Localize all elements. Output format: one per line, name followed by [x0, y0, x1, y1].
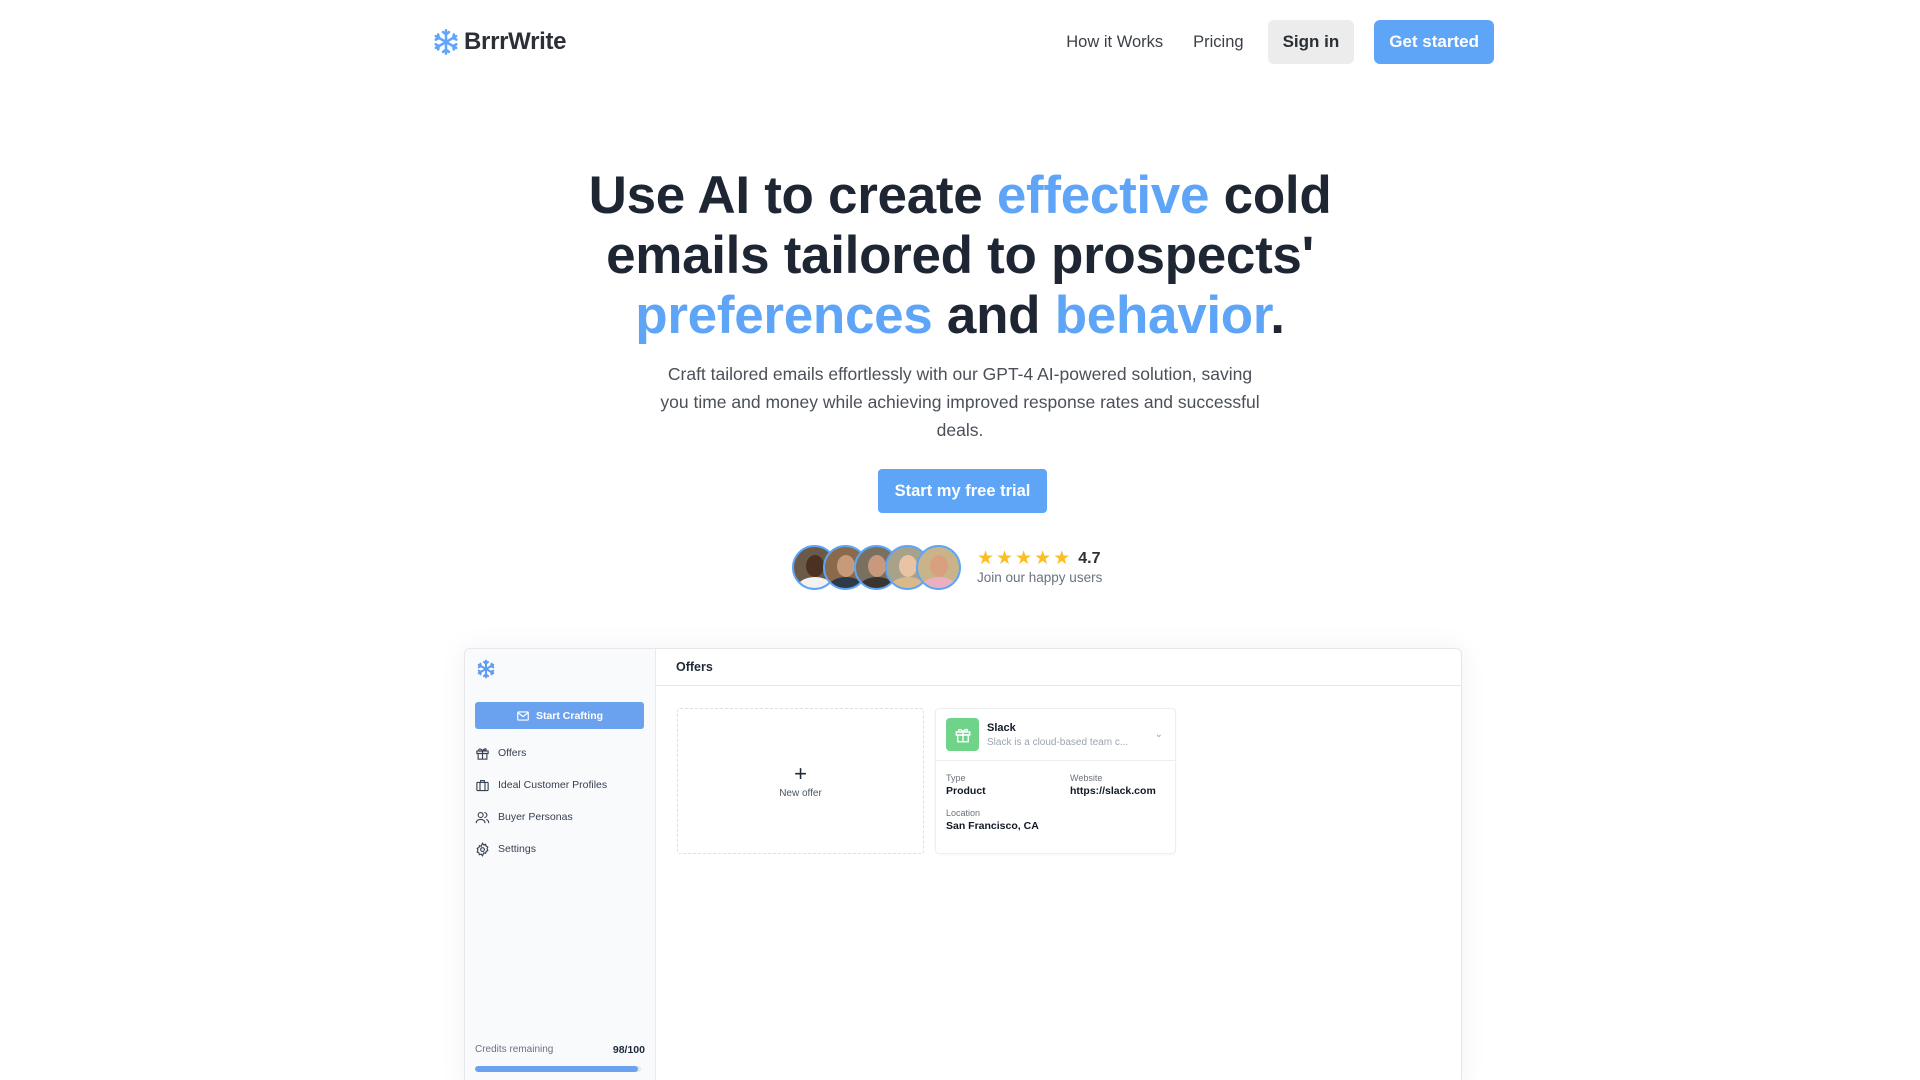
briefcase-icon [476, 779, 489, 791]
brand-logo[interactable]: BrrrWrite [432, 28, 567, 56]
sidebar-item-buyer-personas[interactable]: Buyer Personas [475, 809, 607, 825]
start-free-trial-button[interactable]: Start my free trial [878, 469, 1047, 513]
brand-name: BrrrWrite [464, 28, 567, 55]
headline-accent-preferences: preferences [635, 286, 933, 345]
app-main: Offers + New offer Slack Slack is a clou… [656, 649, 1461, 1080]
rating: ★ ★ ★ ★ ★ 4.7 Join our happy users [977, 549, 1103, 586]
type-label: Type [946, 773, 966, 783]
sidebar-item-ideal-customer-profiles[interactable]: Ideal Customer Profiles [475, 777, 607, 793]
avatar [916, 544, 961, 590]
nav-link-pricing[interactable]: Pricing [1193, 33, 1243, 52]
star-icon: ★ [1053, 548, 1071, 569]
offer-titles: Slack Slack is a cloud-based team c... [987, 722, 1128, 748]
headline-text: Use AI to create [588, 166, 997, 225]
star-icon: ★ [996, 548, 1014, 569]
gift-icon [955, 728, 970, 742]
sidebar-item-label: Buyer Personas [498, 811, 573, 823]
website-label: Website [1070, 773, 1103, 783]
get-started-button[interactable]: Get started [1374, 20, 1494, 64]
hero-headline: Use AI to create effective cold emails ta… [0, 166, 1920, 346]
headline-accent-behavior: behavior [1054, 286, 1271, 345]
sidebar-item-label: Ideal Customer Profiles [498, 779, 608, 791]
credits-progress-fill [475, 1066, 638, 1072]
type-value: Product [946, 785, 986, 797]
offer-details: Type Product Website https://slack.com L… [936, 761, 1175, 844]
sign-in-button[interactable]: Sign in [1267, 20, 1355, 64]
app-preview: Start Crafting Offers Ideal Customer Pro… [464, 648, 1462, 1080]
location-label: Location [946, 808, 981, 818]
start-crafting-label: Start Crafting [535, 709, 604, 722]
offer-card[interactable]: Slack Slack is a cloud-based team c... ⌄… [935, 708, 1176, 854]
stars: ★ ★ ★ ★ ★ 4.7 [977, 549, 1102, 569]
chevron-down-icon[interactable]: ⌄ [1155, 729, 1163, 740]
sidebar-item-offers[interactable]: Offers [475, 745, 607, 761]
offer-description: Slack is a cloud-based team c... [987, 736, 1129, 748]
sidebar-item-settings[interactable]: Settings [475, 841, 607, 857]
star-icon: ★ [1015, 548, 1033, 569]
plus-icon: + [794, 760, 807, 786]
credits-row: Credits remaining 98/100 [475, 1044, 645, 1056]
offer-website-field: Website https://slack.com [1070, 773, 1165, 797]
website-value: https://slack.com [1070, 785, 1156, 797]
gear-icon [476, 841, 489, 857]
main-header: Offers [656, 649, 1461, 686]
location-value: San Francisco, CA [946, 820, 1039, 832]
offer-icon-badge [946, 718, 979, 751]
credits-panel: Credits remaining 98/100 [475, 1044, 645, 1072]
gift-icon [476, 747, 489, 760]
start-crafting-button[interactable]: Start Crafting [475, 702, 644, 729]
star-icon: ★ [977, 548, 995, 569]
nav-link-how-it-works[interactable]: How it Works [1066, 33, 1163, 52]
headline-accent-effective: effective [996, 166, 1210, 225]
social-proof: ★ ★ ★ ★ ★ 4.7 Join our happy users [792, 543, 1102, 591]
snowflake-icon [434, 29, 458, 55]
rating-value: 4.7 [1078, 550, 1101, 567]
offer-card-header: Slack Slack is a cloud-based team c... ⌄ [936, 709, 1175, 761]
top-nav: BrrrWrite How it Works Pricing Sign in G… [432, 20, 1494, 64]
offer-location-field: Location San Francisco, CA [946, 808, 1070, 832]
offer-type-field: Type Product [946, 773, 1070, 797]
sidebar-item-label: Settings [498, 843, 536, 855]
snowflake-icon [477, 659, 495, 679]
credits-progress-bar [475, 1066, 641, 1072]
user-avatars [792, 544, 961, 590]
users-icon [475, 811, 490, 823]
mail-icon [517, 710, 529, 721]
credits-value: 98/100 [612, 1044, 645, 1056]
rating-caption: Join our happy users [977, 570, 1103, 585]
sidebar-item-label: Offers [498, 747, 527, 759]
star-icon: ★ [1034, 548, 1052, 569]
headline-text: and [932, 286, 1055, 345]
app-sidebar: Start Crafting Offers Ideal Customer Pro… [465, 649, 656, 1080]
credits-label: Credits remaining [475, 1044, 554, 1055]
sidebar-nav: Offers Ideal Customer Profiles Buyer Per… [475, 745, 607, 873]
offer-name: Slack [987, 721, 1016, 734]
hero-subtitle: Craft tailored emails effortlessly with … [660, 364, 1260, 440]
new-offer-button[interactable]: + New offer [677, 708, 924, 854]
nav-links: How it Works Pricing Sign in Get started [1066, 20, 1494, 64]
new-offer-label: New offer [779, 787, 822, 799]
headline-text: . [1270, 286, 1285, 345]
